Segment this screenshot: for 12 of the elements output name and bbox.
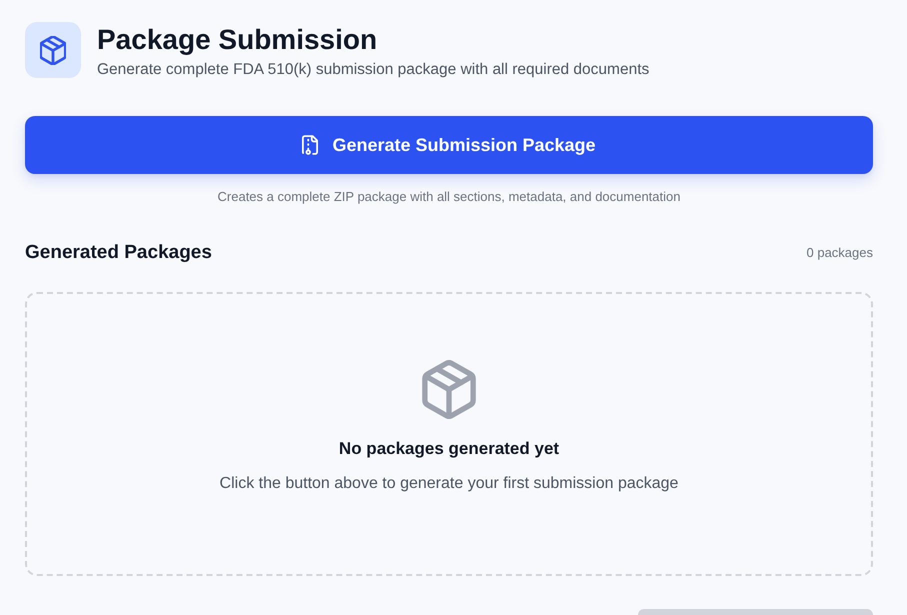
empty-state-message: Click the button above to generate your first submission package — [220, 474, 678, 494]
page-title: Package Submission — [97, 24, 378, 56]
page-subtitle: Generate complete FDA 510(k) submission package with all required documents — [97, 60, 650, 80]
package-icon — [25, 22, 81, 78]
empty-state-title: No packages generated yet — [338, 438, 560, 460]
file-archive-icon — [302, 135, 318, 156]
cut-off-button[interactable] — [638, 609, 873, 615]
package-icon — [422, 360, 476, 420]
button-caption: Creates a complete ZIP package with all sections, metadata, and documentation — [216, 188, 682, 206]
section-title: Generated Packages — [25, 241, 212, 266]
package-count: 0 packages — [806, 244, 873, 262]
generate-button[interactable]: Generate Submission Package — [25, 116, 873, 174]
